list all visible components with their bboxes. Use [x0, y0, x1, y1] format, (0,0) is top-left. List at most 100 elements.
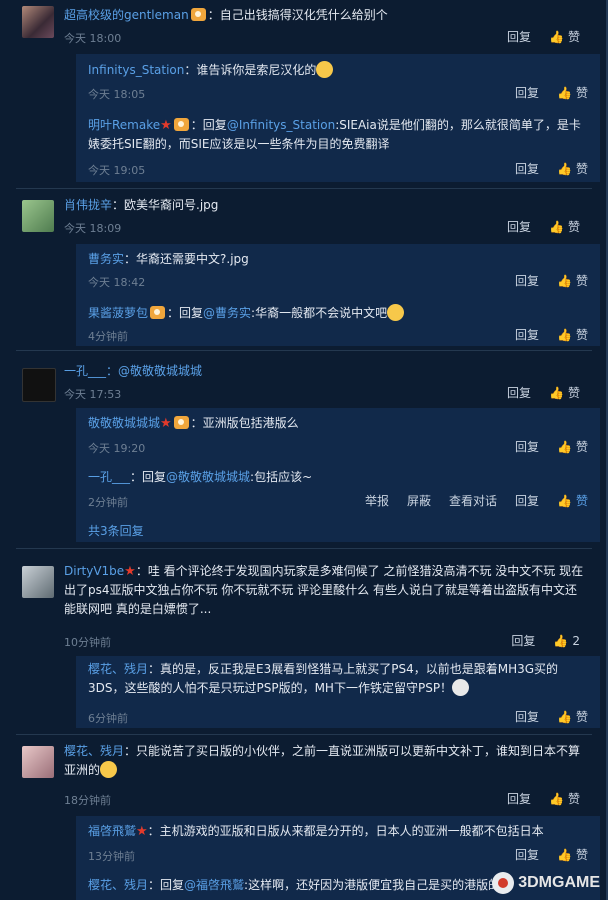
timestamp: 2分钟前: [88, 496, 128, 509]
mention-link[interactable]: @Infinitys_Station: [227, 118, 335, 132]
reply-text: ：谁告诉你是索尼汉化的: [184, 63, 317, 77]
reply-text: :包括应该~: [250, 470, 313, 484]
reply-text: ：真的是，反正我是E3展看到怪猎马上就买了PS4，以前也是跟着MH3G买的3DS…: [88, 662, 559, 695]
avatar[interactable]: [22, 368, 56, 402]
vip-badge-icon: [150, 306, 166, 319]
reply-text: ：亚洲版包括港版么: [190, 416, 299, 430]
mention-link[interactable]: ：@敬敬敬城城城: [106, 364, 202, 378]
avatar[interactable]: [22, 746, 54, 778]
reply-button[interactable]: 回复: [515, 160, 539, 177]
reply-button[interactable]: 回复: [515, 846, 539, 863]
reply-button[interactable]: 回复: [515, 326, 539, 343]
username[interactable]: 樱花、残月: [88, 878, 148, 892]
comment-text: ：自己出钱搞得汉化凭什么给别个: [207, 8, 388, 22]
mention-link[interactable]: @福啓飛鷲: [184, 878, 244, 892]
comment-text: ：欧美华裔问号.jpg: [112, 198, 219, 212]
like-button[interactable]: 👍 赞: [549, 28, 580, 45]
username[interactable]: 曹务实: [88, 252, 124, 266]
like-button[interactable]: 👍 赞: [549, 218, 580, 235]
star-icon: ★: [124, 564, 136, 579]
like-button[interactable]: 👍 赞: [549, 790, 580, 807]
timestamp: 今天 17:53: [64, 388, 122, 401]
like-button[interactable]: 👍 赞: [549, 384, 580, 401]
character-emoji-icon: [100, 761, 118, 778]
reply-button[interactable]: 回复: [515, 84, 539, 101]
reply-button[interactable]: 回复: [507, 384, 531, 401]
star-icon: ★: [160, 118, 172, 133]
username[interactable]: 樱花、残月: [88, 662, 148, 676]
username[interactable]: 一孔___: [64, 364, 106, 378]
timestamp: 今天 19:20: [88, 442, 146, 455]
reply-button[interactable]: 回复: [507, 790, 531, 807]
like-button[interactable]: 👍 赞: [557, 84, 588, 101]
vip-badge-icon: [173, 118, 189, 131]
username[interactable]: 明叶Remake: [88, 118, 160, 132]
username[interactable]: Infinitys_Station: [88, 63, 184, 77]
comment-thread: 一孔___：@敬敬敬城城城 今天 17:53 回复 👍 赞 敬敬敬城城城★ ：亚洲版包…: [16, 356, 600, 549]
star-icon: ★: [160, 416, 172, 431]
username[interactable]: 樱花、残月: [64, 744, 124, 758]
like-count: 2: [572, 633, 580, 648]
block-button[interactable]: 屏蔽: [407, 492, 431, 509]
thumb-up-icon: 👍: [557, 161, 572, 176]
username[interactable]: 敬敬敬城城城: [88, 416, 160, 430]
thumb-up-icon: 👍: [549, 29, 564, 44]
face-emoji-icon: [452, 679, 470, 696]
thumb-up-icon: 👍: [549, 385, 564, 400]
reply-box: 樱花、残月：真的是，反正我是E3展看到怪猎马上就买了PS4，以前也是跟着MH3G…: [76, 656, 600, 728]
like-button[interactable]: 👍 赞: [557, 160, 588, 177]
vip-badge-icon: [190, 8, 206, 21]
reply-button[interactable]: 回复: [515, 438, 539, 455]
reply-text: ：主机游戏的亚版和日版从来都是分开的，日本人的亚洲一般都不包括日本: [147, 824, 544, 838]
mention-link[interactable]: @曹务实: [203, 306, 251, 320]
timestamp: 今天 19:05: [88, 164, 146, 177]
star-icon: ★: [136, 824, 148, 839]
report-button[interactable]: 举报: [365, 492, 389, 509]
reply-button[interactable]: 回复: [511, 632, 535, 649]
like-button[interactable]: 👍 赞: [557, 272, 588, 289]
timestamp: 13分钟前: [88, 850, 135, 863]
reply-button[interactable]: 回复: [515, 492, 539, 509]
like-button[interactable]: 👍 赞: [557, 326, 588, 343]
like-button[interactable]: 👍 赞: [557, 708, 588, 725]
username[interactable]: 福啓飛鷲: [88, 824, 136, 838]
reply-box: 敬敬敬城城城★ ：亚洲版包括港版么 今天 19:20 回复 👍 赞 一孔___：回复@…: [76, 408, 600, 542]
timestamp: 18分钟前: [64, 794, 111, 807]
thumb-up-icon: 👍: [549, 791, 564, 806]
reply-button[interactable]: 回复: [515, 708, 539, 725]
comment-thread: DirtyV1be★：哇 看个评论终于发现国内玩家是多难伺候了 之前怪猎没高清不…: [16, 556, 600, 735]
reply-text: :这样啊，还好因为港版便宜我自己是买的港版的: [244, 878, 501, 892]
timestamp: 今天 18:05: [88, 88, 146, 101]
avatar[interactable]: [22, 566, 54, 598]
comment-text: ：只能说苦了买日版的小伙伴，之前一直说亚洲版可以更新中文补丁，谁知到日本不算亚洲…: [64, 744, 581, 777]
thumb-up-icon: 👍: [557, 273, 572, 288]
username[interactable]: 果酱菠萝包: [88, 306, 148, 320]
thumb-up-icon: 👍: [557, 493, 572, 508]
thumb-up-icon: 👍: [557, 85, 572, 100]
vip-badge-icon: [173, 416, 189, 429]
username[interactable]: DirtyV1be: [64, 564, 124, 578]
laugh-emoji-icon: [387, 304, 405, 321]
like-button[interactable]: 👍 赞: [557, 492, 588, 509]
like-button[interactable]: 👍 赞: [557, 846, 588, 863]
timestamp: 今天 18:09: [64, 222, 122, 235]
username[interactable]: 一孔___: [88, 470, 130, 484]
username[interactable]: 超高校级的gentleman: [64, 8, 189, 22]
laugh-emoji-icon: [316, 61, 334, 78]
timestamp: 今天 18:00: [64, 32, 122, 45]
more-replies-link[interactable]: 共3条回复: [88, 522, 144, 539]
username[interactable]: 肖伟拢辛: [64, 198, 112, 212]
avatar[interactable]: [22, 200, 54, 232]
comment-thread: 超高校级的gentleman ：自己出钱搞得汉化凭什么给别个 今天 18:00 回…: [16, 0, 600, 189]
reply-button[interactable]: 回复: [507, 218, 531, 235]
reply-text: :华裔一般都不会说中文吧: [251, 306, 388, 320]
timestamp: 6分钟前: [88, 712, 128, 725]
like-button[interactable]: 👍 2: [553, 634, 580, 648]
reply-button[interactable]: 回复: [507, 28, 531, 45]
reply-box: 曹务实：华裔还需要中文?.jpg 今天 18:42 回复 👍 赞 果酱菠萝包 ：回复@…: [76, 244, 600, 346]
like-button[interactable]: 👍 赞: [557, 438, 588, 455]
mention-link[interactable]: @敬敬敬城城城: [166, 470, 250, 484]
avatar[interactable]: [22, 6, 54, 38]
view-conversation-button[interactable]: 查看对话: [449, 492, 497, 509]
reply-button[interactable]: 回复: [515, 272, 539, 289]
